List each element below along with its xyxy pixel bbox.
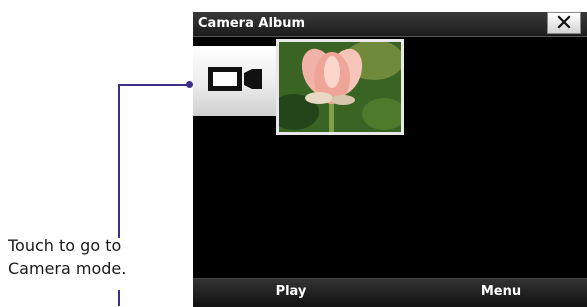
camera-album-screen: Camera Album Play Menu [193, 12, 587, 307]
callout-line-vertical [118, 84, 120, 238]
callout-line-horizontal [118, 84, 190, 86]
photo-thumbnail[interactable] [276, 39, 404, 135]
callout-pointer-dot [186, 81, 193, 88]
close-icon [557, 14, 571, 33]
video-camera-icon [206, 63, 264, 99]
title-bar: Camera Album [193, 12, 587, 37]
callout-line-vertical-lower [118, 290, 120, 306]
close-button[interactable] [547, 12, 581, 34]
softkey-bar: Play Menu [193, 278, 587, 307]
camera-mode-button[interactable] [193, 46, 277, 116]
caption-line-2: Camera mode. [8, 259, 127, 278]
callout-caption: Touch to go to Camera mode. [8, 234, 168, 280]
play-softkey[interactable]: Play [231, 284, 351, 299]
menu-softkey[interactable]: Menu [441, 284, 561, 299]
lotus-flower-image [279, 42, 401, 132]
caption-line-1: Touch to go to [8, 236, 122, 255]
window-title: Camera Album [198, 16, 306, 31]
